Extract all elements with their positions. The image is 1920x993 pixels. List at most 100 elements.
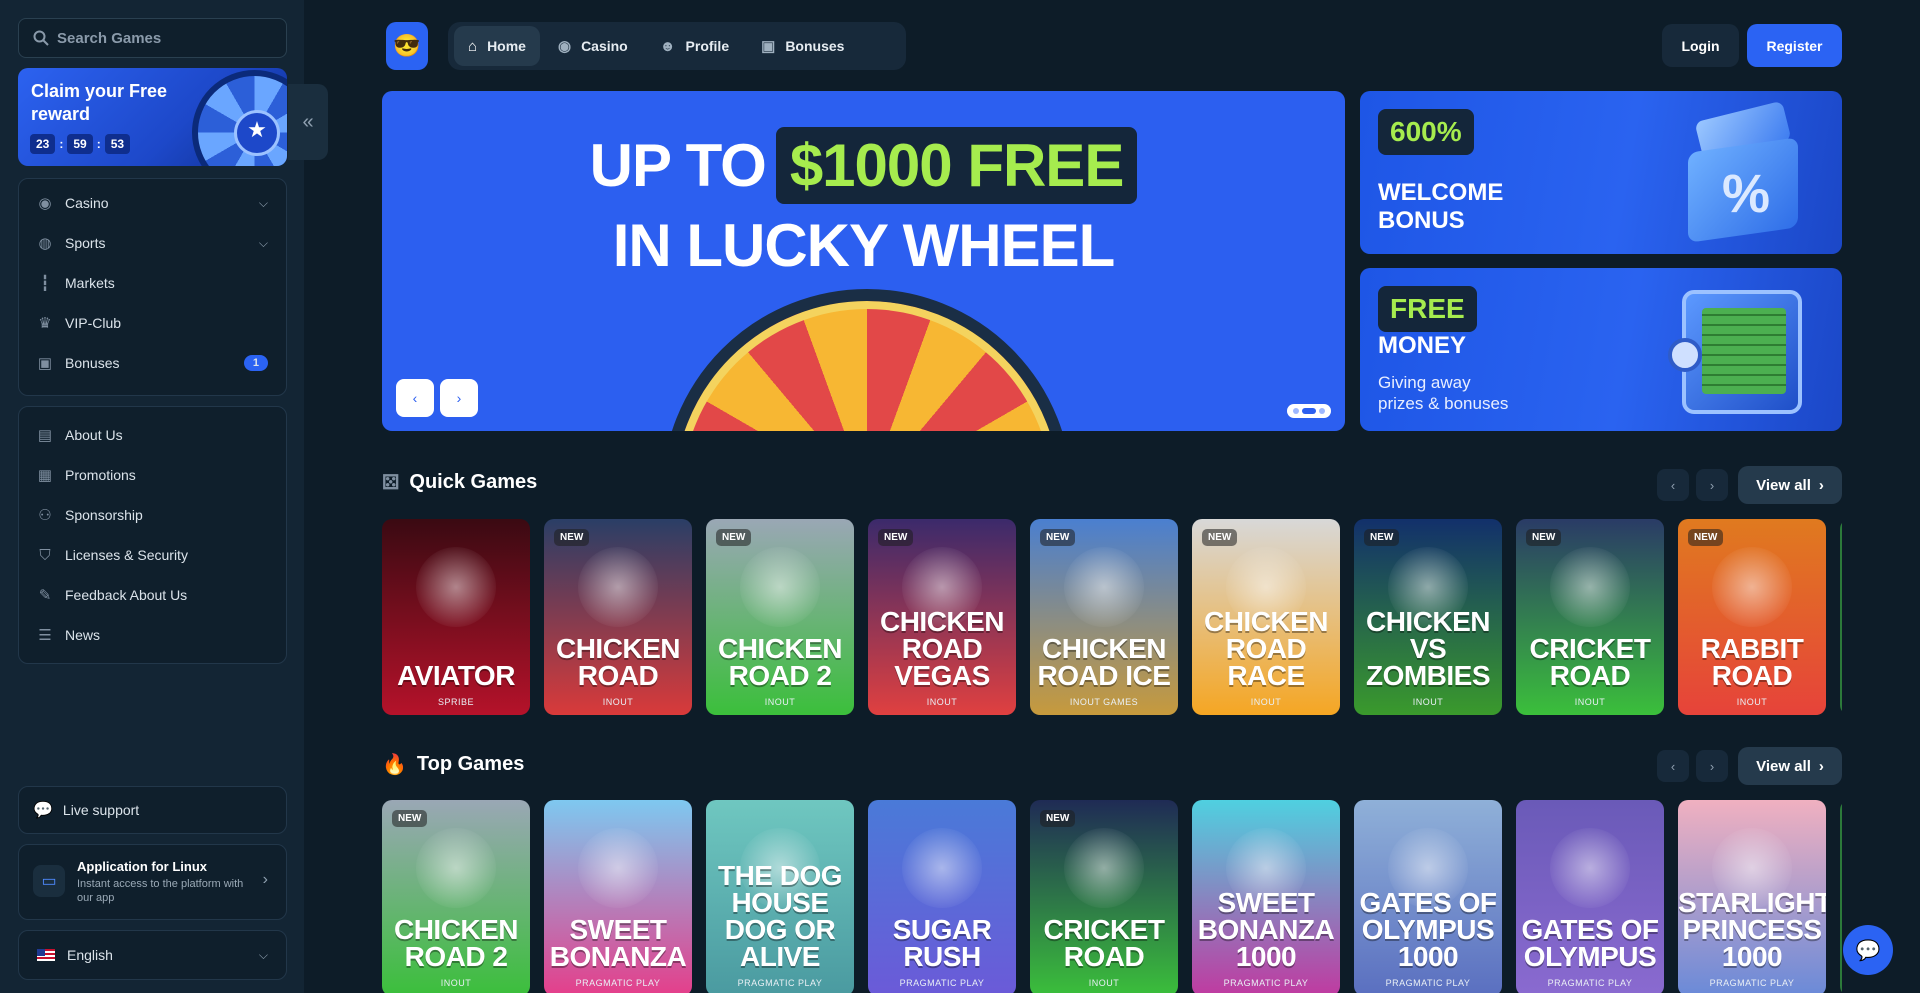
lucky-wheel-banner[interactable]: UP TO $1000 FREE IN LUCKY WHEEL ‹ › [382, 91, 1345, 431]
game-title: CHICKEN ROAD 2 [393, 914, 519, 972]
free-money-subtitle-2: prizes & bonuses [1378, 394, 1509, 413]
sidebar-item-licenses-security[interactable]: ⛉ Licenses & Security [19, 535, 286, 575]
game-title: CHICKEN ROAD 2 [717, 633, 843, 691]
game-provider: INOUT [1412, 697, 1444, 707]
game-card[interactable]: THE DOG HOUSE DOG OR ALIVE PRAGMATIC PLAY [706, 800, 854, 993]
mascot-logo-icon: 😎 [393, 33, 421, 58]
sidebar-item-about-us[interactable]: ▤ About Us [19, 415, 286, 455]
sidebar-item-news[interactable]: ☰ News [19, 615, 286, 655]
login-button[interactable]: Login [1662, 24, 1739, 67]
free-money-banner[interactable]: FREE MONEY Giving away prizes & bonuses [1360, 268, 1842, 431]
nav-casino[interactable]: ◉ Casino [544, 26, 642, 66]
nav-home[interactable]: ⌂ Home [454, 26, 540, 66]
home-icon: ⌂ [468, 37, 478, 55]
game-card[interactable]: NEW CHICKEN ROAD INOUT [544, 519, 692, 715]
game-card[interactable]: NEW CRICKET ROAD INOUT [1030, 800, 1178, 993]
chevron-right-icon: › [1818, 757, 1824, 775]
game-card[interactable]: NEW CHICKEN ROAD VEGAS INOUT [868, 519, 1016, 715]
game-title: STARLIGHT PRINCESS 1000 [1678, 887, 1826, 972]
bonuses-count-badge: 1 [243, 355, 268, 371]
casino-chip-icon: ◉ [557, 38, 572, 55]
new-badge: NEW [716, 529, 752, 546]
game-title: SWEET BONANZA 1000 [1197, 887, 1335, 972]
casino-chip-icon: ◉ [38, 195, 52, 212]
site-logo[interactable]: 😎 [386, 22, 428, 70]
sidebar-item-sponsorship[interactable]: ⚇ Sponsorship [19, 495, 286, 535]
game-card[interactable]: NEW CHICKEN ROAD 2 INOUT [382, 800, 530, 993]
quick-games-next-button[interactable]: › [1696, 469, 1728, 501]
welcome-bonus-percent: 600% [1378, 109, 1474, 155]
chevron-left-icon: ‹ [1670, 758, 1676, 774]
banner-headline-line1: UP TO $1000 FREE [382, 127, 1345, 204]
game-card[interactable]: NEW CHICKEN VS ZOMBIES INOUT [1354, 519, 1502, 715]
free-reward-card[interactable]: Claim your Free reward 23 : 59 : 53 [18, 68, 287, 166]
game-title: CHICKEN ROAD ICE [1037, 633, 1171, 691]
section-title: Quick Games [409, 471, 538, 493]
language-label: English [67, 947, 113, 963]
game-card[interactable]: SUGAR RUSH PRAGMATIC PLAY [868, 800, 1016, 993]
chat-widget-button[interactable]: 💬 [1843, 925, 1893, 975]
linux-app-card[interactable]: ▭ Application for Linux Instant access t… [18, 844, 287, 920]
sidebar-item-label: Markets [65, 275, 115, 291]
section-title: Top Games [416, 753, 525, 775]
game-card[interactable]: GATES OF OLYMPUS PRAGMATIC PLAY [1516, 800, 1664, 993]
banner-pagination[interactable] [1287, 404, 1331, 418]
game-card[interactable]: STARLIGHT PRINCESS 1000 PRAGMATIC PLAY [1678, 800, 1826, 993]
game-card[interactable]: GATES OF OLYMPUS 1000 PRAGMATIC PLAY [1354, 800, 1502, 993]
new-badge: NEW [554, 529, 590, 546]
language-selector[interactable]: English ⌵ [18, 930, 287, 980]
nav-bonuses[interactable]: ▣ Bonuses [747, 26, 858, 66]
game-card[interactable]: SWEET BONANZA PRAGMATIC PLAY [544, 800, 692, 993]
chevron-right-icon: › [1709, 477, 1715, 493]
megaphone-icon: ▦ [37, 467, 53, 484]
pagination-dot-active[interactable] [1302, 408, 1316, 414]
new-badge: NEW [1040, 529, 1076, 546]
sidebar-item-bonuses[interactable]: ▣ Bonuses 1 [19, 343, 286, 383]
game-artwork [416, 547, 496, 627]
game-card[interactable]: NEW CHICKEN ROAD ICE INOUT GAMES [1030, 519, 1178, 715]
game-artwork [416, 828, 496, 908]
game-title: CHICKEN VS ZOMBIES [1365, 606, 1491, 691]
live-support-button[interactable]: 💬 Live support [18, 786, 287, 834]
handshake-icon: ⚇ [38, 507, 52, 524]
sidebar-item-casino[interactable]: ◉ Casino ⌵ [19, 183, 286, 223]
game-card[interactable]: AVIATOR SPRIBE [382, 519, 530, 715]
game-artwork [1550, 828, 1630, 908]
game-card[interactable]: NEW CHICKEN ROAD RACE INOUT [1192, 519, 1340, 715]
quick-games-prev-button[interactable]: ‹ [1657, 469, 1689, 501]
search-box[interactable] [18, 18, 287, 58]
game-card[interactable]: NEW CHICKEN ROAD 2 INOUT [706, 519, 854, 715]
sidebar-item-feedback[interactable]: ✎ Feedback About Us [19, 575, 286, 615]
top-games-view-all-button[interactable]: View all › [1738, 747, 1842, 785]
sidebar-item-promotions[interactable]: ▦ Promotions [19, 455, 286, 495]
game-card[interactable]: NEW CRICKET ROAD INOUT [1516, 519, 1664, 715]
banner-next-button[interactable]: › [440, 379, 478, 417]
sidebar-item-sports[interactable]: ◍ Sports ⌵ [19, 223, 286, 263]
game-provider: PRAGMATIC PLAY [1385, 978, 1471, 988]
pagination-dot[interactable] [1319, 408, 1325, 414]
register-button[interactable]: Register [1747, 24, 1842, 67]
nav-profile[interactable]: ☻ Profile [646, 26, 743, 66]
welcome-bonus-banner[interactable]: 600% WELCOME BONUS % [1360, 91, 1842, 254]
sidebar-item-label: Promotions [65, 467, 136, 483]
sidebar-item-markets[interactable]: ┇ Markets [19, 263, 286, 303]
app-card-subtitle: Instant access to the platform with our … [77, 878, 244, 904]
gift-icon: ▣ [37, 355, 53, 372]
pagination-dot[interactable] [1293, 408, 1299, 414]
game-card-peek[interactable] [1840, 519, 1842, 715]
view-all-label: View all [1756, 476, 1811, 494]
top-games-prev-button[interactable]: ‹ [1657, 750, 1689, 782]
top-games-next-button[interactable]: › [1696, 750, 1728, 782]
banner-prev-button[interactable]: ‹ [396, 379, 434, 417]
game-provider: PRAGMATIC PLAY [737, 978, 823, 988]
collapse-sidebar-button[interactable]: « [288, 84, 328, 160]
banner-headline-line2: IN LUCKY WHEEL [612, 212, 1116, 279]
game-card-peek[interactable] [1840, 800, 1842, 993]
search-input[interactable] [57, 29, 277, 47]
banner-prefix: UP TO [589, 132, 767, 199]
sidebar-item-vip-club[interactable]: ♛ VIP-Club [19, 303, 286, 343]
quick-games-view-all-button[interactable]: View all › [1738, 466, 1842, 504]
game-card[interactable]: SWEET BONANZA 1000 PRAGMATIC PLAY [1192, 800, 1340, 993]
flame-icon: 🔥 [382, 754, 407, 776]
game-card[interactable]: NEW RABBIT ROAD INOUT [1678, 519, 1826, 715]
